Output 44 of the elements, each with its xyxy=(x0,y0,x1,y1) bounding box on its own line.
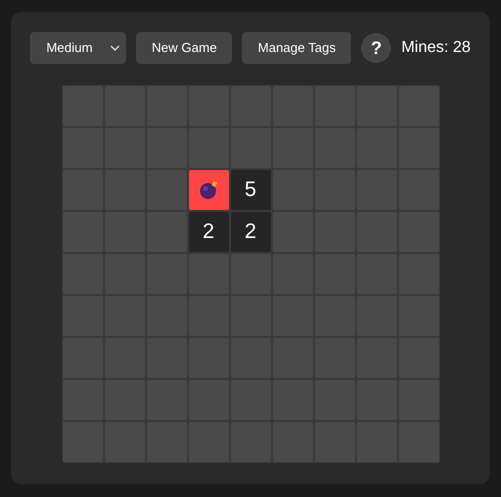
number-cell: 2 xyxy=(188,212,228,252)
new-game-button[interactable]: New Game xyxy=(136,32,232,64)
hidden-cell[interactable] xyxy=(146,422,186,462)
hidden-cell[interactable] xyxy=(230,86,270,126)
hidden-cell[interactable] xyxy=(398,296,438,336)
number-cell: 5 xyxy=(230,170,270,210)
hidden-cell[interactable] xyxy=(272,170,312,210)
hidden-cell[interactable] xyxy=(272,212,312,252)
hidden-cell[interactable] xyxy=(188,422,228,462)
hidden-cell[interactable] xyxy=(272,86,312,126)
difficulty-select[interactable]: Medium xyxy=(30,32,126,64)
hidden-cell[interactable] xyxy=(104,422,144,462)
hidden-cell[interactable] xyxy=(314,422,354,462)
hidden-cell[interactable] xyxy=(62,380,102,420)
hidden-cell[interactable] xyxy=(398,86,438,126)
hidden-cell[interactable] xyxy=(62,86,102,126)
hidden-cell[interactable] xyxy=(398,380,438,420)
hidden-cell[interactable] xyxy=(188,86,228,126)
hidden-cell[interactable] xyxy=(230,422,270,462)
hidden-cell[interactable] xyxy=(62,170,102,210)
help-button[interactable]: ? xyxy=(361,33,392,63)
hidden-cell[interactable] xyxy=(398,128,438,168)
hidden-cell[interactable] xyxy=(146,86,186,126)
hidden-cell[interactable] xyxy=(398,254,438,294)
mines-counter: Mines: 28 xyxy=(401,38,471,58)
hidden-cell[interactable] xyxy=(62,254,102,294)
bomb-icon xyxy=(198,179,220,201)
hidden-cell[interactable] xyxy=(62,296,102,336)
hidden-cell[interactable] xyxy=(356,422,396,462)
hidden-cell[interactable] xyxy=(62,422,102,462)
chevron-down-icon xyxy=(110,45,120,51)
hidden-cell[interactable] xyxy=(398,170,438,210)
number-cell: 2 xyxy=(230,212,270,252)
hidden-cell[interactable] xyxy=(356,86,396,126)
hidden-cell[interactable] xyxy=(314,86,354,126)
hidden-cell[interactable] xyxy=(62,212,102,252)
hidden-cell[interactable] xyxy=(398,422,438,462)
hidden-cell[interactable] xyxy=(62,338,102,378)
hidden-cell[interactable] xyxy=(272,422,312,462)
hidden-cell[interactable] xyxy=(62,128,102,168)
hidden-cell[interactable] xyxy=(398,338,438,378)
hidden-cell[interactable] xyxy=(398,212,438,252)
hidden-cell[interactable] xyxy=(104,86,144,126)
manage-tags-button[interactable]: Manage Tags xyxy=(242,32,352,64)
